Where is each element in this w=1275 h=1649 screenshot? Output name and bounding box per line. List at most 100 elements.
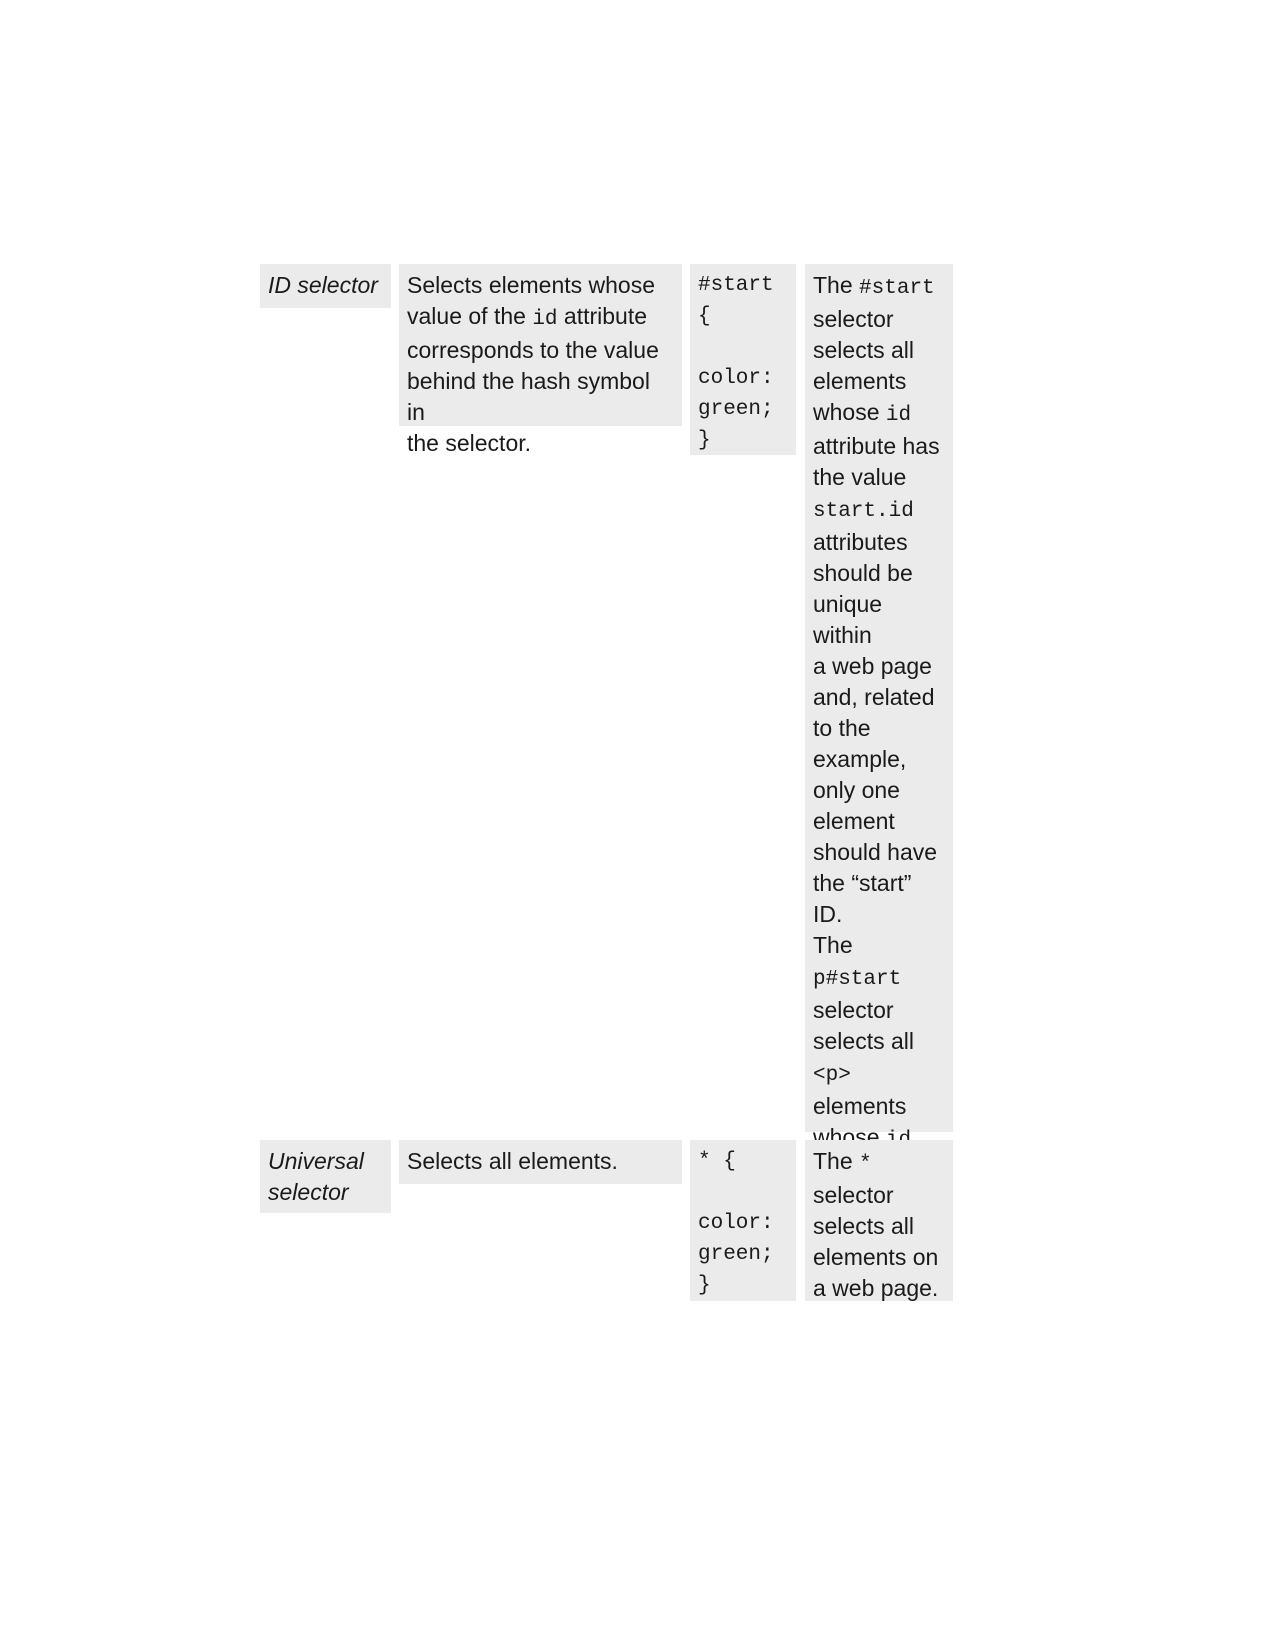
- row1-description-text: Selects elements whose: [407, 272, 656, 298]
- row1-explanation-text: The: [813, 272, 860, 298]
- row1-explanation-line: to the: [813, 713, 945, 744]
- row1-explanation-text: example,: [813, 746, 907, 772]
- row1-explanation-text: should be: [813, 560, 913, 586]
- row1-example-code-line: {: [698, 305, 711, 328]
- row2-explanation-line: a web page.: [813, 1273, 945, 1304]
- row1-description-line: Selects elements whose: [407, 270, 674, 301]
- row1-explanation-cell: The #start selector selects all elements who…: [805, 264, 953, 1248]
- row2-explanation-line: selector: [813, 1180, 945, 1211]
- row2-explanation-cell: The * selector selects all elements on a web…: [805, 1140, 953, 1301]
- row1-explanation-line: <p>: [813, 1057, 945, 1091]
- row1-explanation-text: selector: [813, 997, 894, 1023]
- row2-explanation-line: The *: [813, 1146, 945, 1180]
- row1-explanation-line: selector: [813, 995, 945, 1026]
- row1-explanation-text: elements: [813, 1093, 907, 1119]
- row1-explanation-inline-code: id: [885, 404, 912, 427]
- row1-explanation-text: whose: [813, 399, 886, 425]
- row1-example-code-line: green;: [698, 398, 774, 421]
- row1-example-code-line: }: [698, 429, 711, 452]
- row1-selector-name-cell: ID selector: [260, 264, 391, 308]
- row1-example-code-cell: #start { color: green;}: [690, 264, 796, 455]
- row1-description-line: behind the hash symbol in: [407, 366, 674, 428]
- row2-explanation-text: a web page.: [813, 1275, 939, 1301]
- row2-selector-name-line: selector: [268, 1179, 349, 1205]
- row1-explanation-text: element: [813, 808, 895, 834]
- row1-explanation-line: should be: [813, 558, 945, 589]
- row2-description-cell: Selects all elements.: [399, 1140, 682, 1184]
- row1-explanation-text: the “start” ID.: [813, 870, 912, 927]
- row1-explanation-inline-code: start.: [813, 500, 889, 523]
- row1-description-text: corresponds to the value: [407, 337, 659, 363]
- row1-explanation-line: selects all: [813, 335, 945, 366]
- row1-explanation-line: only one: [813, 775, 945, 806]
- row1-explanation-line: unique within: [813, 589, 945, 651]
- row1-description-line: corresponds to the value: [407, 335, 674, 366]
- row1-explanation-text: and, related: [813, 684, 935, 710]
- row1-description-inline-code: id: [532, 308, 558, 331]
- row2-explanation-text: elements on: [813, 1244, 939, 1270]
- row1-explanation-text: should have: [813, 839, 938, 865]
- row1-explanation-text: only one: [813, 777, 900, 803]
- row1-explanation-line: elements: [813, 1091, 945, 1122]
- row1-description-line: value of the id attribute: [407, 301, 674, 335]
- row2-description-text: Selects all elements.: [407, 1148, 618, 1174]
- row1-explanation-text: to the: [813, 715, 871, 741]
- row1-explanation-text: a web page: [813, 653, 932, 679]
- row1-explanation-line: p#start: [813, 961, 945, 995]
- row1-example-code-line: #start: [698, 274, 774, 297]
- row1-explanation-line: and, related: [813, 682, 945, 713]
- row1-explanation-line: The: [813, 930, 945, 961]
- row1-explanation-text: The: [813, 932, 853, 958]
- row1-description-text: value of the: [407, 303, 533, 329]
- row1-explanation-inline-code: #start: [859, 277, 935, 300]
- row1-explanation-line: the “start” ID.: [813, 868, 945, 930]
- row2-example-code-line: * {: [698, 1150, 736, 1173]
- row2-selector-name-cell: Universal selector: [260, 1140, 391, 1213]
- row1-description-text: attribute: [557, 303, 648, 329]
- row2-example-code-line: color:: [698, 1212, 774, 1235]
- row2-explanation-inline-code: *: [859, 1153, 872, 1176]
- row2-example-code-line: }: [698, 1274, 711, 1297]
- row1-explanation-text: selects all: [813, 1028, 914, 1054]
- row1-description-line: the selector.: [407, 428, 674, 459]
- row1-explanation-line: selects all: [813, 1026, 945, 1057]
- row1-explanation-line: should have: [813, 837, 945, 868]
- row1-explanation-line: attributes: [813, 527, 945, 558]
- row1-explanation-line: attribute has: [813, 431, 945, 462]
- page: { "rows": [ { "selector_name": "ID selec…: [0, 0, 1275, 1649]
- row2-explanation-text: selector: [813, 1182, 894, 1208]
- row1-example-code-line: color:: [698, 367, 774, 390]
- row1-explanation-line: example,: [813, 744, 945, 775]
- row1-description-text: behind the hash symbol in: [407, 368, 650, 425]
- row1-description-cell: Selects elements whose value of the id at…: [399, 264, 682, 456]
- row1-explanation-text: the value: [813, 464, 907, 490]
- row1-explanation-inline-code: p#start: [813, 968, 902, 991]
- row1-explanation-inline-code: <p>: [813, 1064, 851, 1087]
- row1-explanation-text: selector: [813, 306, 894, 332]
- row2-example-code-cell: * { color: green;}: [690, 1140, 796, 1301]
- row1-explanation-text: unique within: [813, 591, 883, 648]
- row1-explanation-text: attributes: [813, 529, 908, 555]
- row2-explanation-text: The: [813, 1148, 860, 1174]
- row1-explanation-line: a web page: [813, 651, 945, 682]
- row1-explanation-line: The #start: [813, 270, 945, 304]
- row2-example-code-line: [698, 1177, 788, 1208]
- row2-description-line: Selects all elements.: [407, 1146, 674, 1177]
- row1-explanation-text: elements: [813, 368, 907, 394]
- row2-explanation-line: selects all: [813, 1211, 945, 1242]
- row1-explanation-line: selector: [813, 304, 945, 335]
- row1-explanation-text: selects all: [813, 337, 914, 363]
- row1-explanation-line: whose id: [813, 397, 945, 431]
- row2-selector-name-line: Universal: [268, 1148, 364, 1174]
- row1-explanation-inline-code: id: [888, 500, 914, 523]
- row1-explanation-line: the value: [813, 462, 945, 493]
- row1-selector-name: ID selector: [268, 272, 378, 298]
- row2-explanation-text: selects all: [813, 1213, 914, 1239]
- row1-explanation-line: element: [813, 806, 945, 837]
- row1-explanation-line: elements: [813, 366, 945, 397]
- row1-example-code-line: [698, 332, 788, 363]
- row2-explanation-line: elements on: [813, 1242, 945, 1273]
- row1-description-text: the selector.: [407, 430, 532, 456]
- row2-example-code-line: green;: [698, 1243, 774, 1266]
- row1-explanation-text: attribute has: [813, 433, 940, 459]
